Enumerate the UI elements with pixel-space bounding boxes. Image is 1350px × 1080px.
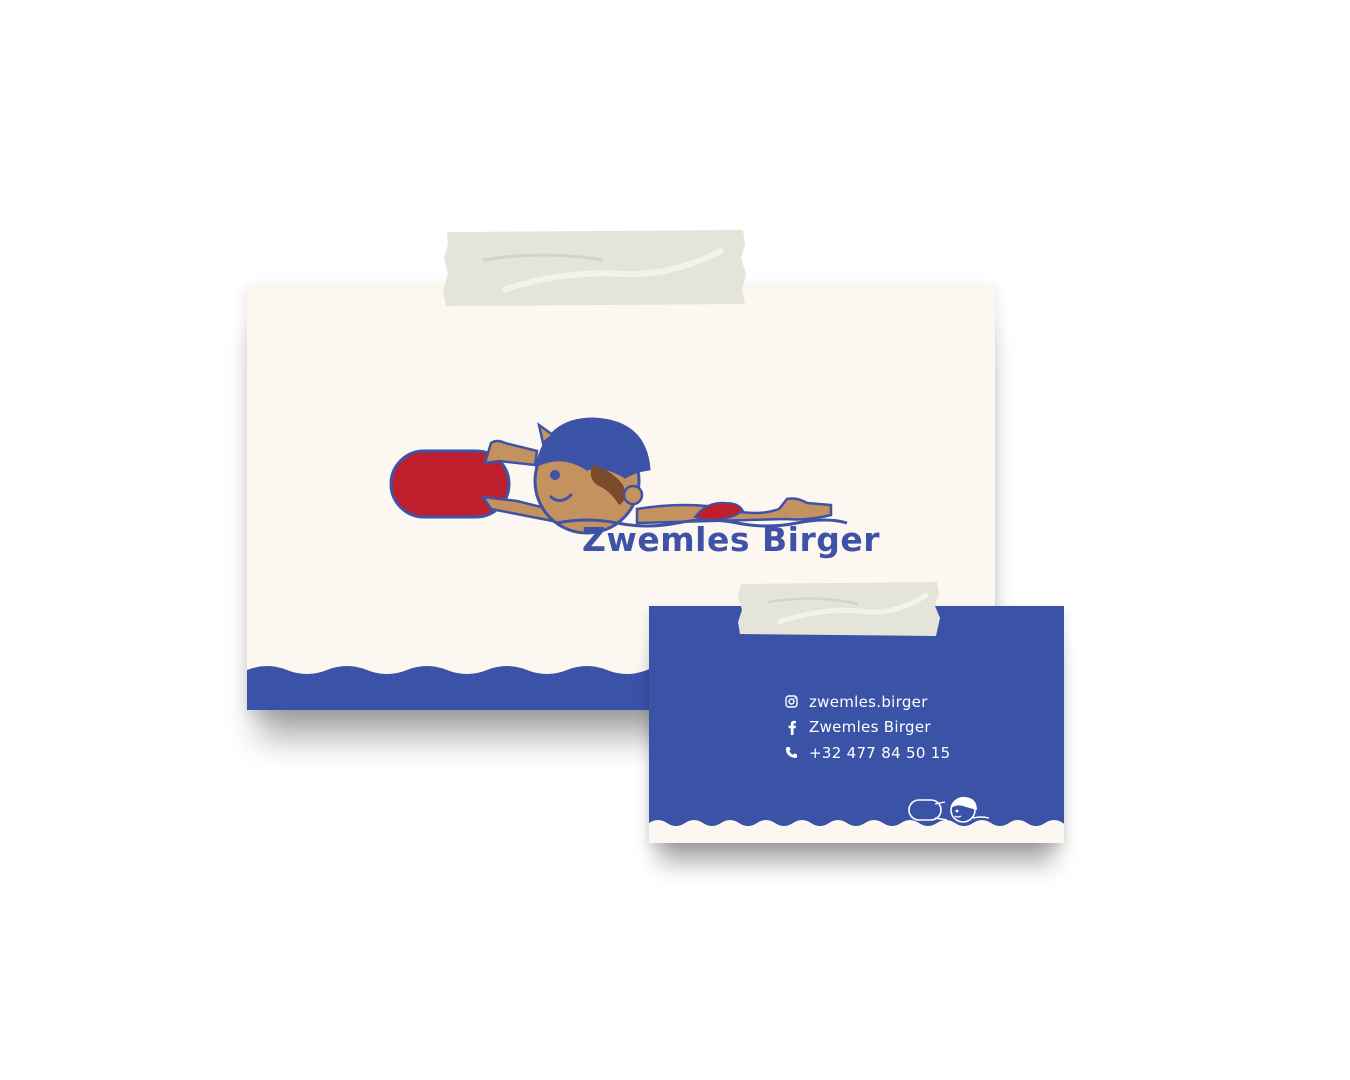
- instagram-icon: [784, 694, 799, 709]
- tape-strip: [738, 582, 940, 636]
- facebook-icon: [784, 720, 799, 735]
- instagram-handle: zwemles.birger: [809, 692, 928, 711]
- brand-name: Zwemles Birger: [582, 520, 881, 559]
- contact-list: zwemles.birger Zwemles Birger +32 477 84…: [784, 689, 950, 766]
- contact-phone: +32 477 84 50 15: [784, 740, 950, 766]
- business-card-back: zwemles.birger Zwemles Birger +32 477 84…: [649, 606, 1064, 843]
- mockup-stage: Zwemles Birger zwemles.birger Zwemles Bi…: [0, 0, 1350, 1080]
- wave-border: [649, 820, 1064, 843]
- phone-number: +32 477 84 50 15: [809, 743, 951, 762]
- contact-facebook: Zwemles Birger: [784, 715, 950, 741]
- facebook-name: Zwemles Birger: [809, 718, 931, 737]
- tape-strip: [443, 230, 746, 306]
- contact-instagram: zwemles.birger: [784, 689, 950, 715]
- phone-icon: [784, 745, 799, 760]
